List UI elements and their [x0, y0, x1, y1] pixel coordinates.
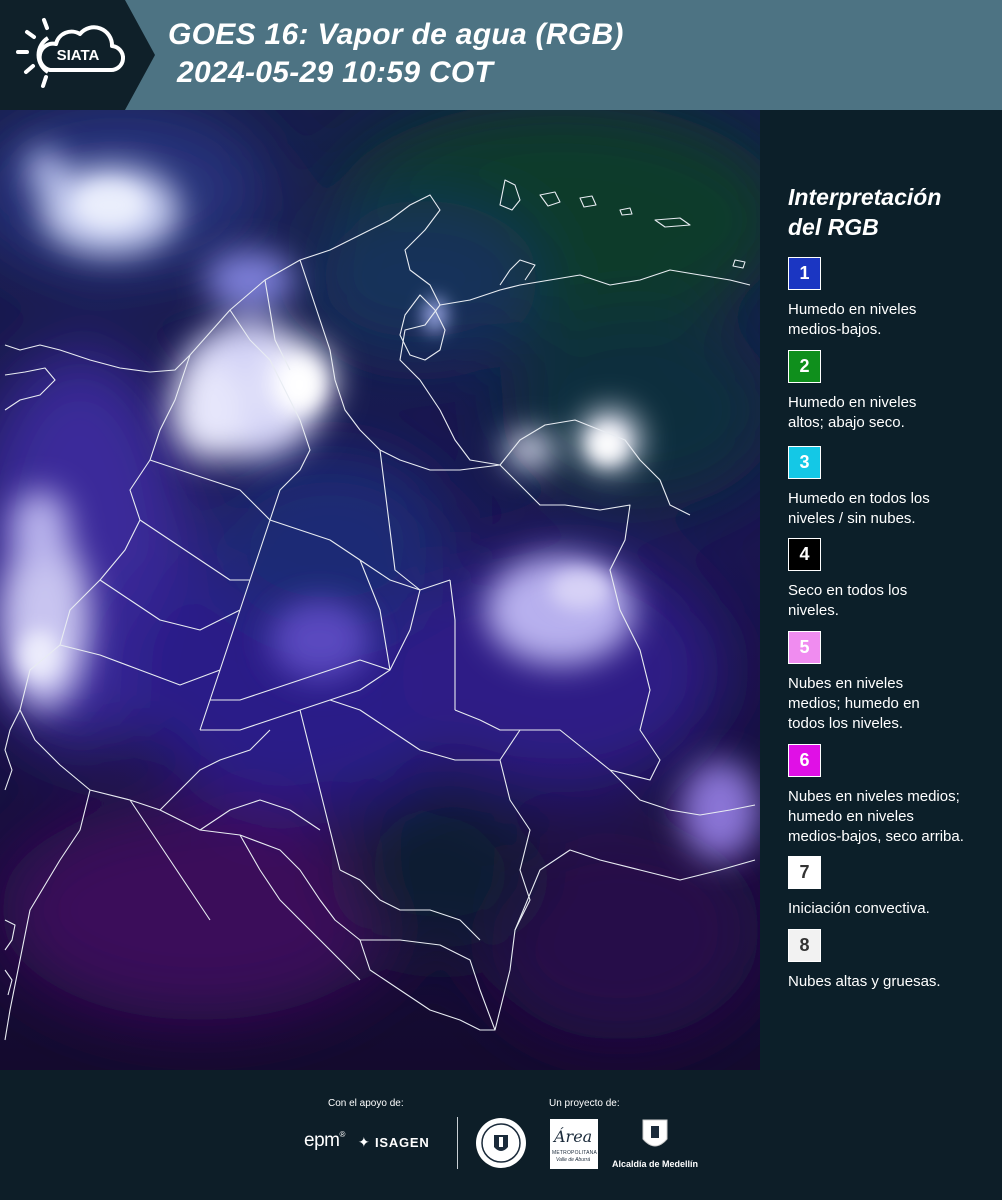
legend-number-2: 2 [799, 356, 810, 376]
satellite-image [0, 110, 760, 1070]
legend-line: Humedo en niveles [788, 394, 917, 411]
legend-line: Nubes en niveles [788, 675, 904, 692]
legend-item-6: 6 Nubes en niveles medios; humedo en niv… [788, 744, 1000, 847]
legend-number-5: 5 [799, 637, 810, 657]
alcaldia-medellin-label: Alcaldía de Medellín [612, 1159, 699, 1169]
legend-swatch-5: 5 [788, 631, 821, 664]
legend-item-5: 5 Nubes en niveles medios; humedo en tod… [788, 631, 1000, 734]
area-logo-sub1: METROPOLITANA [552, 1150, 598, 1156]
legend-title: Interpretación del RGB [788, 182, 941, 242]
legend-swatch-3: 3 [788, 446, 821, 479]
legend-description-3: Humedo en todos los niveles / sin nubes. [788, 489, 1000, 529]
legend-number-4: 4 [799, 544, 810, 564]
legend-line: todos los niveles. [788, 715, 904, 732]
legend-line: humedo en niveles [788, 808, 914, 825]
legend-description-1: Humedo en niveles medios-bajos. [788, 300, 1000, 340]
satellite-map[interactable] [0, 110, 760, 1070]
legend-swatch-7: 7 [788, 856, 821, 889]
support-label: Con el apoyo de: [328, 1098, 404, 1109]
registered-mark-icon: ® [339, 1130, 345, 1139]
epm-logo-text: epm [304, 1130, 340, 1151]
legend-description-2: Humedo en niveles altos; abajo seco. [788, 393, 1000, 433]
title-line-2: 2024-05-29 10:59 COT [177, 56, 494, 89]
legend-number-6: 6 [799, 750, 810, 770]
legend-description-7: Iniciación convectiva. [788, 899, 1000, 919]
legend-number-3: 3 [799, 452, 810, 472]
siata-logo: SIATA [0, 0, 155, 110]
legend-line: Nubes altas y gruesas. [788, 973, 941, 990]
legend-line: altos; abajo seco. [788, 414, 905, 431]
isagen-mark-icon: ✦ [358, 1134, 371, 1150]
university-seal-icon [476, 1118, 526, 1168]
legend-swatch-1: 1 [788, 257, 821, 290]
rgb-legend-panel: Interpretación del RGB 1 Humedo en nivel… [760, 110, 1002, 1070]
legend-line: medios-bajos. [788, 321, 882, 338]
logo-text: SIATA [57, 47, 100, 64]
medellin-coat-of-arms-icon [642, 1119, 668, 1147]
footer-bar: Con el apoyo de: Un proyecto de: epm® ✦ … [0, 1070, 1002, 1200]
legend-swatch-8: 8 [788, 929, 821, 962]
header-bar: SIATA GOES 16: Vapor de agua (RGB) 2024-… [0, 0, 1002, 110]
siata-logo-shape: SIATA [0, 0, 155, 110]
epm-logo: epm® [304, 1130, 345, 1152]
legend-number-1: 1 [799, 263, 810, 283]
legend-line: niveles / sin nubes. [788, 510, 916, 527]
legend-swatch-2: 2 [788, 350, 821, 383]
legend-description-6: Nubes en niveles medios; humedo en nivel… [788, 787, 1000, 847]
legend-line: Humedo en niveles [788, 301, 917, 318]
legend-number-7: 7 [799, 862, 810, 882]
legend-swatch-6: 6 [788, 744, 821, 777]
footer-divider [457, 1117, 458, 1169]
isagen-logo: ✦ ISAGEN [358, 1134, 430, 1151]
area-logo-script: Área [554, 1127, 593, 1146]
legend-item-4: 4 Seco en todos los niveles. [788, 538, 1000, 621]
legend-line: Seco en todos los [788, 582, 908, 599]
legend-title-line-2: del RGB [788, 214, 879, 240]
legend-description-4: Seco en todos los niveles. [788, 581, 1000, 621]
legend-line: medios-bajos, seco arriba. [788, 828, 964, 845]
project-label: Un proyecto de: [549, 1098, 620, 1109]
legend-swatch-4: 4 [788, 538, 821, 571]
legend-line: Humedo en todos los [788, 490, 930, 507]
legend-item-1: 1 Humedo en niveles medios-bajos. [788, 257, 1000, 340]
legend-item-8: 8 Nubes altas y gruesas. [788, 929, 1000, 992]
legend-number-8: 8 [799, 935, 810, 955]
legend-line: niveles. [788, 602, 839, 619]
title-line-1: GOES 16: Vapor de agua (RGB) [168, 18, 624, 51]
legend-line: medios; humedo en [788, 695, 920, 712]
legend-line: Iniciación convectiva. [788, 900, 930, 917]
legend-title-line-1: Interpretación [788, 184, 942, 210]
legend-item-7: 7 Iniciación convectiva. [788, 856, 1000, 919]
legend-description-8: Nubes altas y gruesas. [788, 972, 1000, 992]
area-logo-sub2: Valle de Aburrá [556, 1157, 591, 1163]
area-metropolitana-logo: Área METROPOLITANA Valle de Aburrá [550, 1119, 598, 1169]
legend-description-5: Nubes en niveles medios; humedo en todos… [788, 674, 1000, 734]
page-title: GOES 16: Vapor de agua (RGB) 2024-05-29 … [168, 16, 624, 92]
legend-item-2: 2 Humedo en niveles altos; abajo seco. [788, 350, 1000, 433]
legend-line: Nubes en niveles medios; [788, 788, 960, 805]
isagen-logo-text: ISAGEN [374, 1135, 430, 1150]
legend-item-3: 3 Humedo en todos los niveles / sin nube… [788, 446, 1000, 529]
